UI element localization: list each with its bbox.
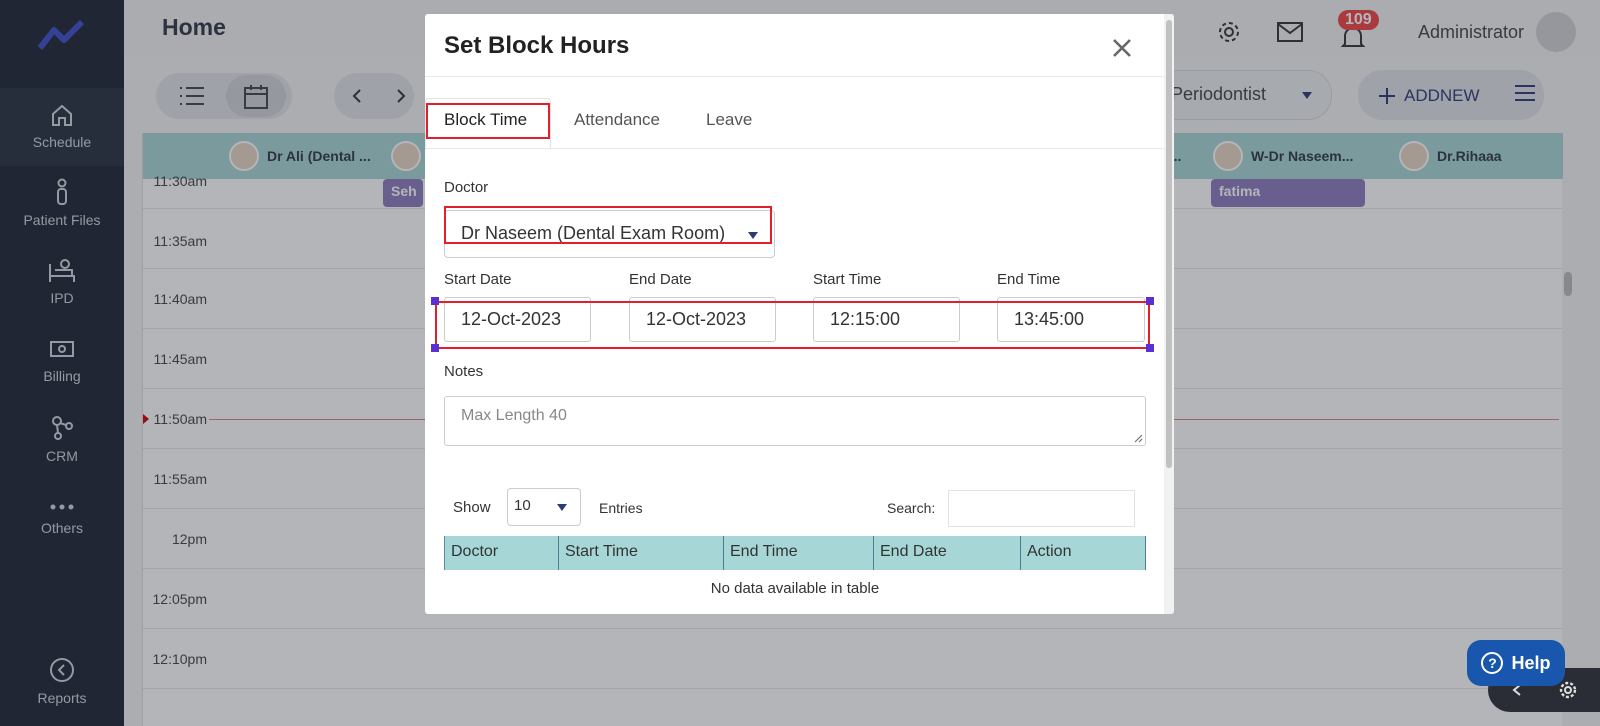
modal-scrollbar-thumb[interactable]: [1166, 20, 1172, 468]
modal-title: Set Block Hours: [444, 32, 630, 59]
entries-label: Entries: [599, 500, 643, 516]
resize-handle[interactable]: [431, 344, 439, 352]
help-button[interactable]: ? Help: [1467, 640, 1565, 686]
close-icon[interactable]: [1108, 34, 1136, 62]
help-label: Help: [1511, 652, 1551, 673]
resize-handle[interactable]: [1146, 344, 1154, 352]
table-header-row: Doctor Start Time End Time End Date Acti…: [444, 536, 1146, 570]
doctor-label: Doctor: [444, 179, 489, 196]
column-header-end-date[interactable]: End Date: [874, 536, 1021, 570]
start-date-label: Start Date: [444, 271, 512, 288]
highlight-box: [426, 103, 550, 139]
empty-table-message: No data available in table: [710, 580, 880, 597]
column-header-doctor[interactable]: Doctor: [445, 536, 559, 570]
notes-placeholder: Max Length 40: [461, 407, 567, 424]
notes-label: Notes: [444, 363, 484, 380]
entries-select[interactable]: 10: [507, 488, 581, 526]
question-icon: ?: [1481, 652, 1504, 674]
resize-handle[interactable]: [431, 297, 439, 305]
resize-handle[interactable]: [1146, 297, 1154, 305]
highlight-box: [435, 301, 1150, 349]
column-header-action[interactable]: Action: [1021, 536, 1146, 570]
modal-scrollbar[interactable]: [1164, 14, 1174, 614]
show-label: Show: [453, 499, 491, 516]
tab-leave[interactable]: Leave: [706, 110, 752, 130]
resize-grip-icon[interactable]: [1133, 433, 1143, 443]
column-header-start-time[interactable]: Start Time: [559, 536, 724, 570]
tabs-divider: [425, 148, 1165, 149]
highlight-box: [444, 206, 772, 244]
end-date-label: End Date: [629, 271, 692, 288]
search-label: Search:: [887, 500, 936, 516]
divider: [425, 76, 1165, 77]
gear-icon[interactable]: [1558, 680, 1578, 700]
end-time-label: End Time: [997, 271, 1061, 288]
tab-attendance[interactable]: Attendance: [574, 110, 660, 130]
caret-down-icon: [557, 504, 567, 511]
entries-value: 10: [514, 497, 531, 514]
start-time-label: Start Time: [813, 271, 882, 288]
column-header-end-time[interactable]: End Time: [724, 536, 874, 570]
notes-textarea[interactable]: Max Length 40: [444, 396, 1146, 446]
set-block-hours-modal: Set Block Hours Block Time Attendance Le…: [425, 14, 1174, 614]
search-input[interactable]: [948, 490, 1135, 527]
